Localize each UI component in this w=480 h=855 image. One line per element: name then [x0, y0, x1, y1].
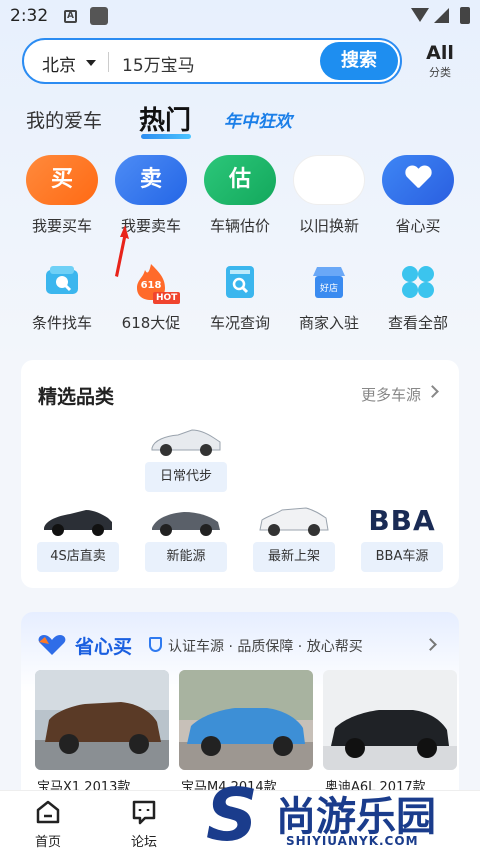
tab-my-car[interactable]: 我的爱车	[26, 106, 102, 133]
service-label: 查看全部	[387, 314, 448, 332]
nav-label: 首页	[34, 835, 61, 850]
signal-icon	[434, 8, 449, 23]
watermark-url: SHIYIUANYK.COM	[286, 834, 419, 848]
listing-photo[interactable]	[179, 670, 313, 770]
quick-action-label: 省心买	[395, 217, 441, 235]
service-label: 条件找车	[31, 314, 92, 332]
service-618-promo[interactable]: 618 HOT 618大促	[107, 262, 195, 333]
bba-logo: BBA	[368, 504, 436, 537]
nav-label: 论坛	[130, 835, 157, 850]
shop-icon: 好店	[309, 262, 349, 302]
top-tabs: 我的爱车 热门 年中狂欢	[0, 100, 480, 140]
category-daily-commute[interactable]: 日常代步	[145, 424, 227, 492]
nav-forum[interactable]: 论坛	[114, 799, 174, 850]
quick-action-sell[interactable]: 卖 我要卖车	[107, 155, 195, 236]
nav-home[interactable]: 首页	[18, 799, 78, 850]
svg-text:好店: 好店	[320, 282, 338, 294]
hot-badge: HOT	[153, 292, 181, 304]
more-cars-link[interactable]: 更多车源	[361, 384, 421, 405]
battery-icon	[460, 7, 470, 24]
document-search-icon	[220, 262, 260, 302]
all-categories-label: All	[426, 42, 454, 64]
all-categories-sublabel: 分类	[429, 66, 451, 79]
quick-action-valuation[interactable]: 估 车辆估价	[196, 155, 284, 236]
quick-action-buy[interactable]: 买 我要买车	[18, 155, 106, 236]
watermark-s-glyph: S	[206, 773, 258, 855]
ev-gray-icon	[148, 504, 224, 538]
quick-action-label: 我要买车	[31, 217, 92, 235]
category-label: 日常代步	[145, 462, 227, 492]
sedan-white-icon	[148, 424, 224, 458]
category-bba[interactable]: BBA BBA车源	[361, 504, 443, 572]
car-search-icon	[42, 262, 82, 302]
status-time: 2:32	[10, 6, 49, 26]
category-new-energy[interactable]: 新能源	[145, 504, 227, 572]
tab-active-indicator	[141, 134, 191, 139]
valuation-icon: 估	[204, 155, 276, 205]
quick-action-label: 车辆估价	[209, 217, 270, 235]
category-label: BBA车源	[361, 542, 443, 572]
worry-free-title: 省心买	[75, 636, 133, 658]
status-bar: 2:32 A	[0, 0, 480, 32]
sell-icon: 卖	[115, 155, 187, 205]
service-merchant-join[interactable]: 好店 商家入驻	[285, 262, 373, 333]
notification-a-icon: A	[64, 10, 77, 23]
notification-app-icon	[90, 7, 108, 25]
search-divider	[108, 52, 109, 72]
chevron-right-icon[interactable]	[424, 638, 437, 651]
home-icon	[35, 799, 61, 825]
quick-action-worry-free[interactable]: 省心买	[374, 155, 462, 236]
wifi-icon	[411, 8, 429, 22]
section-title: 精选品类	[38, 386, 115, 408]
service-label: 车况查询	[209, 314, 270, 332]
category-label: 最新上架	[253, 542, 335, 572]
tab-hot[interactable]: 热门	[139, 100, 191, 137]
service-view-all[interactable]: 查看全部	[374, 262, 462, 333]
search-button[interactable]: 搜索	[320, 42, 398, 80]
buy-icon: 买	[26, 155, 98, 205]
service-condition-search[interactable]: 条件找车	[18, 262, 106, 333]
grid-icon	[398, 262, 438, 302]
services: 条件找车 618 HOT 618大促 车况查询 好店 商家入驻 查看全部	[0, 262, 480, 342]
search-bar: 北京 15万宝马 搜索	[22, 38, 402, 84]
category-label: 新能源	[145, 542, 227, 572]
flame-icon: 618 HOT	[131, 262, 181, 304]
service-label: 商家入驻	[298, 314, 359, 332]
listing-photo[interactable]	[323, 670, 457, 770]
tab-mid-year-sale[interactable]: 年中狂欢	[224, 107, 292, 132]
forum-icon	[131, 799, 157, 825]
worry-free-slogan: 认证车源 · 品质保障 · 放心帮买	[168, 639, 363, 655]
search-input[interactable]: 15万宝马	[122, 51, 195, 76]
chevron-down-icon[interactable]	[86, 60, 96, 66]
category-newly-listed[interactable]: 最新上架	[253, 504, 335, 572]
service-vehicle-history[interactable]: 车况查询	[196, 262, 284, 333]
all-categories-button[interactable]: All 分类	[420, 42, 460, 80]
featured-categories-card: 精选品类 更多车源 日常代步 4S店直卖 新能源 最新上架 BBA BBA车源	[21, 360, 459, 588]
quick-action-trade-in[interactable]: 以旧换新	[285, 155, 373, 236]
quick-action-label: 以旧换新	[298, 217, 359, 235]
trade-in-icon	[293, 155, 365, 205]
svg-text:618: 618	[141, 280, 162, 291]
category-4s-direct[interactable]: 4S店直卖	[37, 504, 119, 572]
listing-photo[interactable]	[35, 670, 169, 770]
service-label: 618大促	[121, 314, 181, 332]
quick-actions: 买 我要买车 卖 我要卖车 估 车辆估价 以旧换新 省心买	[0, 155, 480, 245]
worry-free-logo-icon	[38, 635, 66, 655]
chevron-right-icon[interactable]	[426, 385, 439, 398]
sedan-black-icon	[40, 504, 116, 538]
shield-icon	[149, 637, 162, 652]
suv-white-icon	[256, 504, 332, 538]
city-selector[interactable]: 北京	[42, 51, 76, 76]
heart-icon	[382, 155, 454, 205]
category-label: 4S店直卖	[37, 542, 119, 572]
watermark-logo: S 尚游乐园 SHIYIUANYK.COM	[206, 773, 480, 855]
